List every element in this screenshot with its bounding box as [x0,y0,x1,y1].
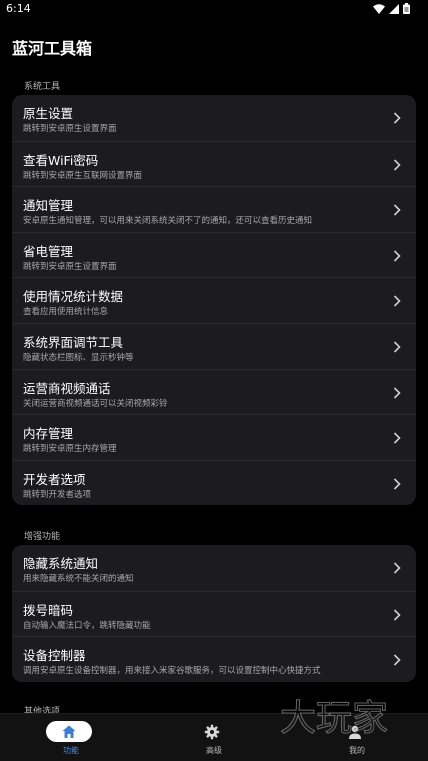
chevron-right-icon [393,386,401,399]
chevron-right-icon [393,478,401,490]
tab-label: 功能 [63,746,79,755]
list-item-device-controls[interactable]: 设备控制器 调用安卓原生设备控制器，用来接入米家谷歌服务，可以设置控制中心快捷方… [12,636,416,682]
home-icon [62,725,76,738]
item-title: 设备控制器 [23,648,86,664]
item-title: 内存管理 [23,426,74,442]
tab-mine[interactable]: 我的 [286,714,428,761]
item-title: 使用情况统计数据 [23,289,124,305]
bottom-nav: 功能 高级 我的 [0,713,428,761]
item-title: 省电管理 [23,243,74,259]
status-time: 6:14 [6,2,31,15]
card-enhanced: 隐藏系统通知 用来隐藏系统不能关闭的通知 拨号暗码 自动输入魔法口令，跳转隐藏功… [12,545,416,682]
item-title: 开发者选项 [23,471,86,487]
item-subtitle: 自动输入魔法口令，跳转隐藏功能 [23,620,151,631]
list-item-hide-system-notification[interactable]: 隐藏系统通知 用来隐藏系统不能关闭的通知 [12,545,416,591]
card-system-tools: 原生设置 跳转到安卓原生设置界面 查看WiFi密码 跳转到安卓原生互联网设置界面… [12,95,416,505]
list-item-carrier-video-call[interactable]: 运营商视频通话 关闭运营商视频通话可以关闭视频彩铃 [12,368,416,415]
item-subtitle: 跳转到开发者选项 [23,489,92,500]
tab-label: 高级 [206,746,222,755]
chevron-right-icon [393,112,401,124]
item-subtitle: 用来隐藏系统不能关闭的通知 [23,574,134,584]
gear-icon [204,724,220,740]
section-header-system-tools: 系统工具 [24,82,61,92]
chevron-right-icon [393,654,401,666]
item-subtitle: 跳转到安卓原生内存管理 [23,444,117,455]
list-item-developer-options[interactable]: 开发者选项 跳转到开发者选项 [12,459,416,505]
chevron-right-icon [393,432,401,444]
battery-icon [403,3,410,14]
list-item-native-settings[interactable]: 原生设置 跳转到安卓原生设置界面 [12,95,416,141]
list-item-power-saving[interactable]: 省电管理 跳转到安卓原生设置界面 [12,231,416,278]
item-title: 隐藏系统通知 [23,556,99,571]
tab-label: 我的 [349,746,365,755]
item-title: 原生设置 [23,106,74,121]
chevron-right-icon [393,204,401,216]
item-subtitle: 跳转到安卓原生设置界面 [23,261,117,272]
item-subtitle: 调用安卓原生设备控制器，用来接入米家谷歌服务，可以设置控制中心快捷方式 [23,666,321,677]
chevron-right-icon [393,250,401,262]
status-bar: 6:14 [0,0,428,18]
chevron-right-icon [393,159,401,171]
item-subtitle: 关闭运营商视频通话可以关闭视频彩铃 [23,398,168,409]
chevron-right-icon [393,295,401,307]
item-title: 运营商视频通话 [23,380,111,396]
chevron-right-icon [393,341,401,353]
signal-icon [389,3,399,14]
chevron-right-icon [393,609,401,621]
list-item-system-ui-tuner[interactable]: 系统界面调节工具 隐藏状态栏图标、显示秒钟等 [12,322,416,369]
tab-advanced[interactable]: 高级 [143,714,285,761]
item-title: 查看WiFi密码 [23,152,99,168]
item-subtitle: 跳转到安卓原生设置界面 [23,124,117,134]
list-item-notification-management[interactable]: 通知管理 安卓原生通知管理，可以用来关闭系统关闭不了的通知，还可以查看历史通知 [12,186,416,232]
app-title: 蓝河工具箱 [12,39,93,58]
item-title: 系统界面调节工具 [23,334,124,350]
wifi-icon [373,3,385,14]
item-subtitle: 查看应用使用统计信息 [23,307,109,318]
person-icon [349,725,361,739]
item-title: 拨号暗码 [23,602,74,618]
section-header-enhanced: 增强功能 [24,532,61,542]
chevron-right-icon [393,562,401,574]
status-icons [373,3,410,14]
list-item-wifi-password[interactable]: 查看WiFi密码 跳转到安卓原生互联网设置界面 [12,140,416,187]
list-item-memory-management[interactable]: 内存管理 跳转到安卓原生内存管理 [12,414,416,460]
item-subtitle: 隐藏状态栏图标、显示秒钟等 [23,352,134,363]
list-item-dial-codes[interactable]: 拨号暗码 自动输入魔法口令，跳转隐藏功能 [12,590,416,637]
item-subtitle: 跳转到安卓原生互联网设置界面 [23,170,143,181]
tab-functions[interactable]: 功能 [0,714,142,761]
item-title: 通知管理 [23,198,74,214]
item-subtitle: 安卓原生通知管理，可以用来关闭系统关闭不了的通知，还可以查看历史通知 [23,216,313,227]
list-item-usage-stats[interactable]: 使用情况统计数据 查看应用使用统计信息 [12,277,416,323]
